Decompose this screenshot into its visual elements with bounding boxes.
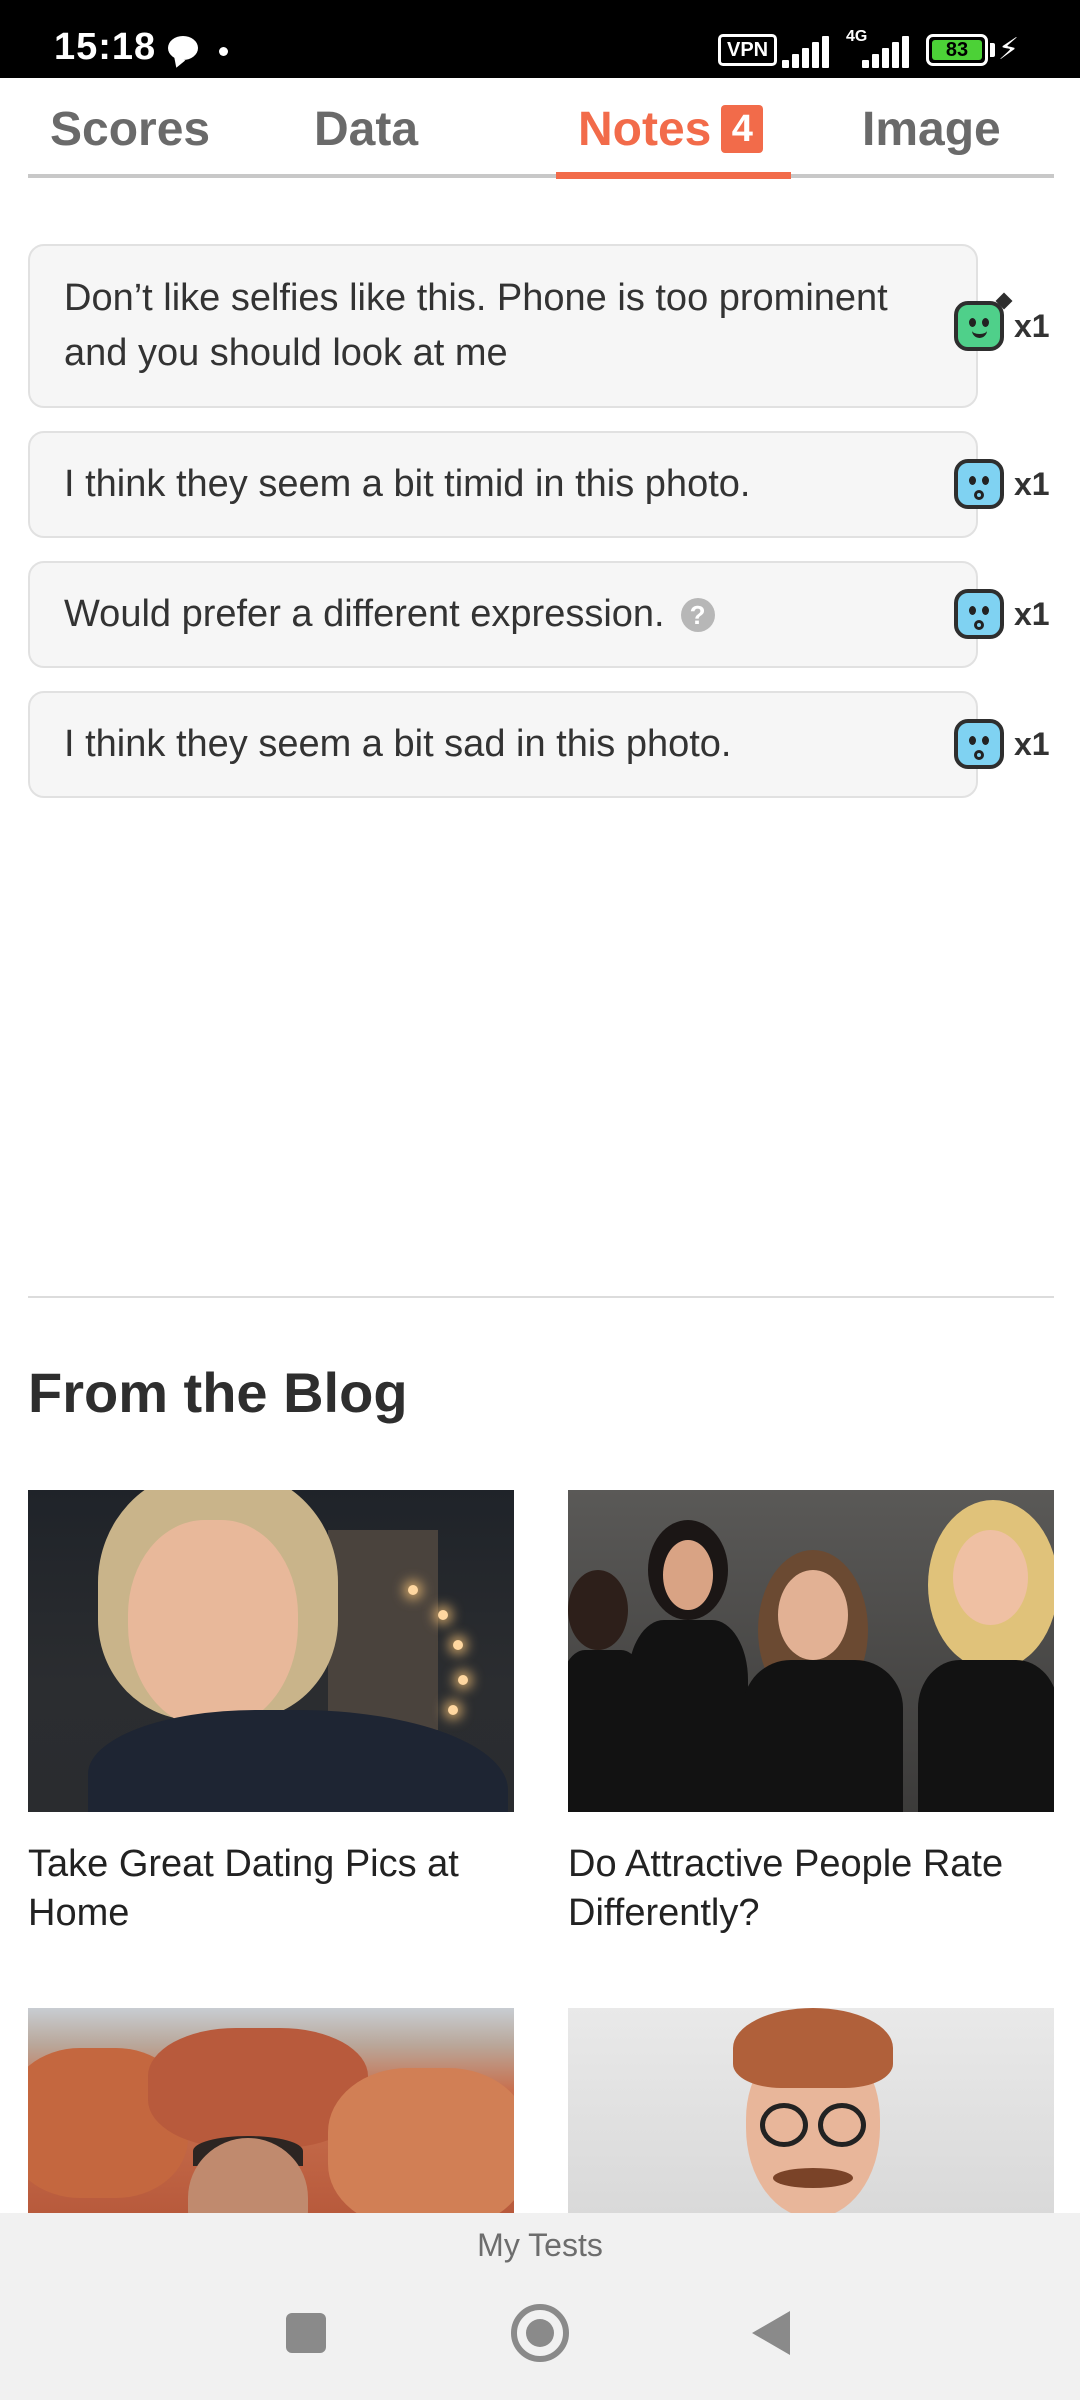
tab-image[interactable]: Image xyxy=(862,102,1001,157)
reaction-count: x1 xyxy=(1014,595,1050,632)
blog-post-image-canyon[interactable] xyxy=(28,2008,514,2213)
note-text: Don’t like selfies like this. Phone is t… xyxy=(64,277,888,374)
bottom-bar: My Tests xyxy=(0,2213,1080,2400)
note-card: Don’t like selfies like this. Phone is t… xyxy=(28,244,978,408)
reaction-count: x1 xyxy=(1014,465,1050,502)
happy-face-icon xyxy=(954,292,1013,351)
home-icon[interactable] xyxy=(511,2304,569,2362)
surprised-face-icon xyxy=(954,589,1004,639)
tab-scores[interactable]: Scores xyxy=(50,102,210,157)
note-card: I think they seem a bit timid in this ph… xyxy=(28,431,978,538)
message-notification-icon xyxy=(168,36,198,60)
status-bar: 15:18 VPN 4G 83 ⚡ xyxy=(0,0,1080,78)
blog-post-image-selfie[interactable] xyxy=(28,1490,514,1812)
blog-post-image-dolls[interactable] xyxy=(568,1490,1054,1812)
note-text: Would prefer a different expression. xyxy=(64,593,665,635)
blog-section-title: From the Blog xyxy=(28,1361,408,1424)
notification-dot-icon xyxy=(219,47,228,56)
charging-icon: ⚡ xyxy=(998,33,1020,66)
blog-post-image-man[interactable] xyxy=(568,2008,1054,2213)
note-reaction: x1 xyxy=(954,716,1062,772)
note-reaction: x1 xyxy=(954,292,1062,354)
note-text: I think they seem a bit timid in this ph… xyxy=(64,463,751,505)
reaction-count: x1 xyxy=(1014,725,1050,762)
blog-post-title[interactable]: Do Attractive People Rate Differently? xyxy=(568,1840,1058,1938)
surprised-face-icon xyxy=(954,719,1004,769)
note-card: Would prefer a different expression. ? xyxy=(28,561,978,668)
help-icon[interactable]: ? xyxy=(680,597,715,632)
reaction-count: x1 xyxy=(1014,307,1050,344)
section-divider xyxy=(28,1296,1054,1298)
notes-count-badge: 4 xyxy=(721,105,764,153)
tab-bar: Scores Data Notes 4 Image xyxy=(28,78,1054,179)
note-text: I think they seem a bit sad in this phot… xyxy=(64,723,732,765)
blog-post-title[interactable]: Take Great Dating Pics at Home xyxy=(28,1840,518,1938)
battery-level: 83 xyxy=(932,40,982,60)
note-reaction: x1 xyxy=(954,586,1062,642)
note-reaction: x1 xyxy=(954,456,1062,512)
signal-icon xyxy=(782,34,832,68)
active-tab-indicator xyxy=(556,172,791,179)
recent-apps-icon[interactable] xyxy=(286,2313,326,2353)
my-tests-link[interactable]: My Tests xyxy=(0,2227,1080,2264)
vpn-icon: VPN xyxy=(718,34,778,66)
back-icon[interactable] xyxy=(752,2311,790,2355)
note-card: I think they seem a bit sad in this phot… xyxy=(28,691,978,798)
battery-icon: 83 xyxy=(926,34,988,66)
signal-icon-2 xyxy=(862,34,912,68)
tab-data[interactable]: Data xyxy=(314,102,418,157)
status-time: 15:18 xyxy=(54,26,157,68)
tab-notes-label: Notes xyxy=(578,103,712,156)
tab-notes[interactable]: Notes 4 xyxy=(578,102,764,157)
battery-tip xyxy=(990,43,995,57)
surprised-face-icon xyxy=(954,459,1004,509)
